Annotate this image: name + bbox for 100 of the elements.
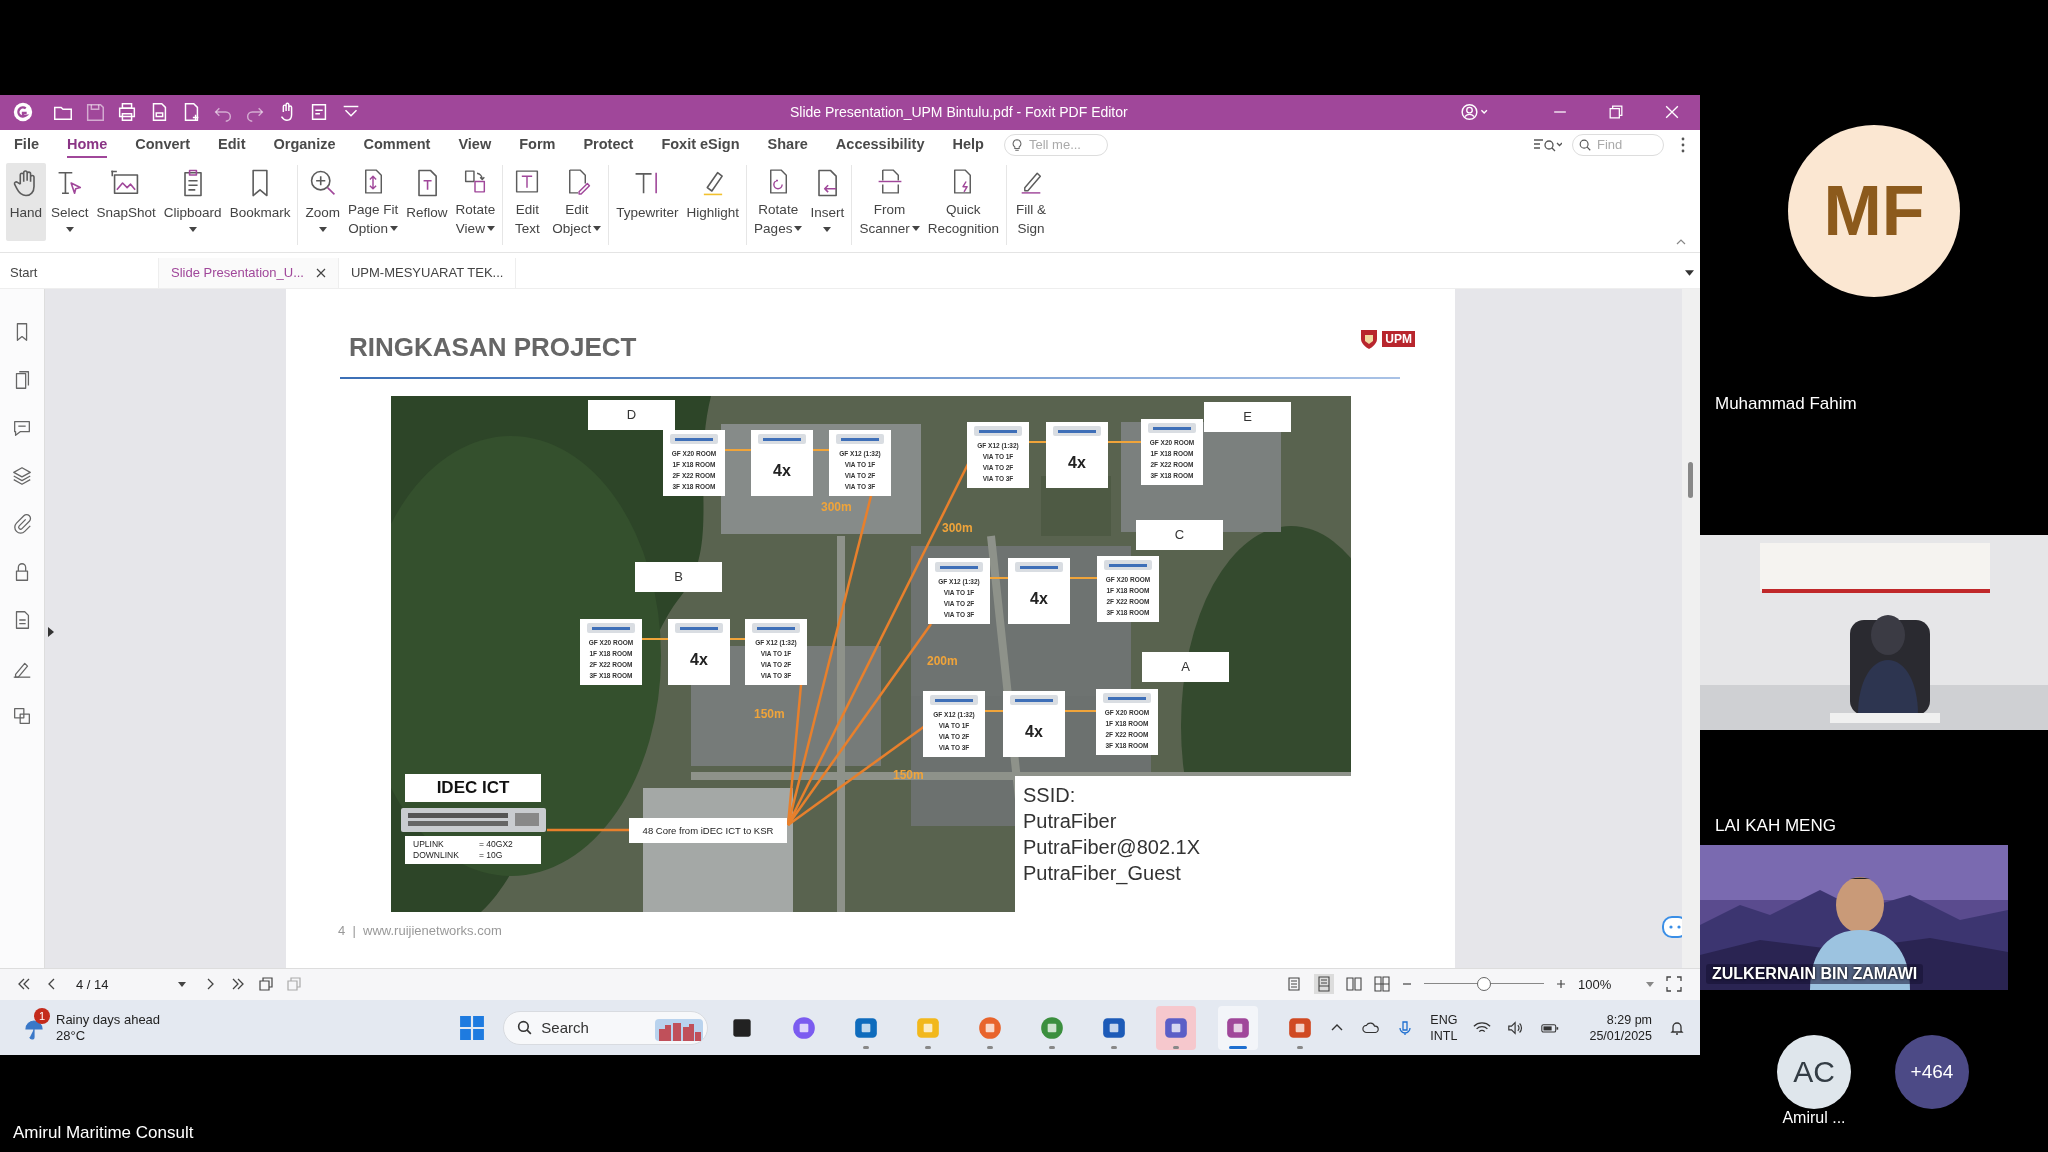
more-icon[interactable] — [1680, 135, 1686, 154]
expand-arrow-icon[interactable] — [48, 626, 54, 637]
ribbon-button[interactable]: Bookmark — [226, 162, 294, 241]
menu-tab[interactable]: Foxit eSign — [661, 131, 740, 158]
device-icon — [751, 620, 801, 635]
slide-footer: 4 | www.ruijienetworks.com — [338, 922, 1455, 938]
menu-tab[interactable]: View — [458, 131, 492, 158]
fullscreen-icon[interactable] — [1666, 976, 1682, 993]
zoom-in-icon[interactable] — [1556, 979, 1566, 990]
switch-card: 4x — [1008, 557, 1070, 624]
link-label: 48 Core from iDEC ICT to KSR — [629, 817, 787, 843]
participant-name: Muhammad Fahim — [1715, 393, 1858, 414]
close-icon[interactable] — [315, 267, 326, 278]
print-icon[interactable] — [116, 101, 138, 124]
distance-label: 300m — [942, 520, 973, 535]
bell-icon[interactable] — [1668, 1019, 1686, 1036]
menu-tab[interactable]: Help — [952, 131, 984, 158]
menu-tab[interactable]: Accessibility — [835, 131, 925, 158]
menu-tab[interactable]: Form — [519, 131, 556, 158]
menu-tab[interactable]: Protect — [583, 131, 634, 158]
ribbon-button[interactable]: Highlight — [683, 162, 743, 241]
ribbon-button[interactable]: Clipboard — [160, 162, 225, 241]
menu-tab[interactable]: File — [14, 131, 39, 158]
ribbon-button[interactable]: Quick Recognition — [924, 162, 1002, 241]
participant-name: Amirul ... — [1782, 1109, 1846, 1127]
document-tab[interactable]: UPM-MESYUARAT TEK... — [338, 257, 517, 288]
ribbon-button[interactable]: From Scanner — [856, 162, 923, 241]
clock[interactable]: 8:29 pm 25/01/2025 — [1589, 1011, 1652, 1044]
menu-tab[interactable]: Home — [67, 131, 108, 158]
distance-label: 150m — [754, 706, 785, 721]
device-icon — [1009, 692, 1059, 707]
document-tab[interactable]: Slide Presentation_U... — [159, 257, 339, 288]
cloud-icon[interactable] — [1362, 1019, 1381, 1036]
slide-title: RINGKASAN PROJECT — [349, 332, 637, 364]
ribbon-button[interactable]: Rotate View — [452, 162, 499, 241]
menu-tab[interactable]: Share — [767, 131, 808, 158]
search-icon — [1578, 137, 1592, 152]
menu-tab[interactable]: Edit — [218, 131, 246, 158]
ribbon-button[interactable]: Zoom — [302, 162, 343, 241]
search-input[interactable]: Search — [541, 1016, 642, 1039]
device-icon — [1052, 423, 1102, 438]
ribbon-button[interactable]: SnapShot — [93, 162, 159, 241]
menu-tab[interactable]: Organize — [273, 131, 336, 158]
zoom-field[interactable]: 100% — [1578, 976, 1654, 992]
distance-label: 150m — [893, 767, 924, 782]
find-field[interactable]: Find — [1572, 133, 1664, 156]
ribbon-button[interactable]: Hand — [6, 162, 46, 241]
caret-icon — [1646, 981, 1654, 987]
network-switch-icon — [400, 806, 547, 833]
scrollbar-thumb[interactable] — [1688, 461, 1693, 498]
collapse-ribbon-icon[interactable] — [1676, 238, 1686, 245]
zoom-slider[interactable] — [1424, 977, 1544, 992]
ribbon-button[interactable]: Typewriter — [613, 162, 682, 241]
two-page-scroll-icon[interactable] — [1374, 976, 1390, 993]
weather-title: Rainy days ahead — [56, 1011, 161, 1028]
window-title: Slide Presentation_UPM Bintulu.pdf - Foxit PDF Editor — [790, 104, 1128, 121]
device-icon — [934, 559, 984, 574]
caret-icon[interactable] — [1685, 269, 1694, 276]
single-page-icon[interactable] — [1286, 976, 1302, 993]
ribbon-button[interactable]: Rotate Pages — [751, 162, 806, 241]
page-number-field[interactable]: 4 / 14 — [72, 974, 190, 995]
switch-card: 4x — [751, 429, 813, 496]
search-icon — [516, 1019, 534, 1037]
participant-name: ZULKERNAIN BIN ZAMAWI — [1706, 964, 1924, 984]
copy-page-icon[interactable] — [258, 976, 274, 993]
ribbon-button[interactable]: Edit Object — [549, 162, 605, 241]
ribbon-button[interactable]: Edit Text — [507, 162, 548, 241]
search-field[interactable]: Search — [503, 1010, 709, 1045]
notification-badge: 1 — [34, 1007, 50, 1024]
device-icon — [1147, 420, 1197, 435]
participant-name: LAI KAH MENG — [1715, 815, 1837, 836]
menu-tab[interactable]: Convert — [135, 131, 191, 158]
two-page-icon[interactable] — [1346, 976, 1362, 993]
ribbon-button[interactable]: Page Fit Option — [344, 162, 402, 241]
windows-logo-icon[interactable] — [459, 1014, 486, 1041]
ribbon-button[interactable]: Reflow — [403, 162, 451, 241]
paperclip-icon[interactable] — [11, 512, 33, 535]
language-indicator[interactable]: ENG INTL — [1430, 1011, 1458, 1044]
ribbon-button[interactable]: Fill & Sign — [1011, 162, 1051, 241]
device-icon — [973, 423, 1023, 438]
device-icon — [929, 692, 979, 707]
device-icon — [586, 620, 636, 635]
callout-label: E — [1204, 401, 1291, 432]
save-icon[interactable] — [84, 101, 106, 124]
switch-card: 4x — [1046, 421, 1108, 488]
layers-icon[interactable] — [11, 464, 33, 487]
menu-tab[interactable]: Comment — [363, 131, 431, 158]
shield-icon — [1359, 327, 1380, 350]
device-icon — [669, 431, 719, 446]
tell-me-field[interactable]: Tell me... — [1003, 133, 1108, 156]
continuous-page-icon[interactable] — [1314, 974, 1334, 995]
switch-card: 4x — [668, 618, 730, 685]
university-logo: UPM — [1359, 327, 1415, 350]
spec-box: UPLINK = 40GX2 DOWNLINK = 10G — [405, 835, 541, 864]
more-participants-button[interactable]: +464 — [1895, 1035, 1969, 1109]
ssid-box: SSID: PutraFiber PutraFiber@802.1X PutraFiber_Guest — [1015, 775, 1351, 912]
lightbulb-icon — [1009, 137, 1024, 152]
callout-label: C — [1136, 519, 1223, 550]
ribbon-button[interactable]: Insert — [807, 162, 848, 241]
ribbon-button[interactable]: Select — [48, 162, 92, 241]
